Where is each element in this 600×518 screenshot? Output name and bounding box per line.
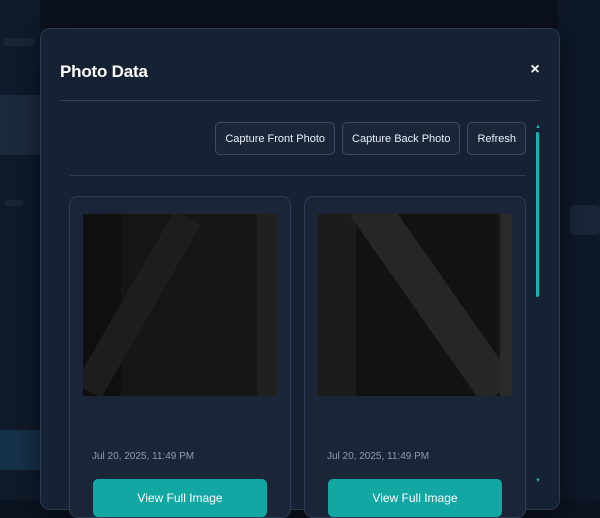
- scroll-up-arrow-icon[interactable]: ▲: [535, 124, 541, 130]
- background-sidebar-block: [0, 430, 40, 470]
- background-sidebar: [0, 0, 40, 500]
- toolbar-divider: [70, 175, 526, 176]
- scrollbar-thumb[interactable]: [536, 132, 539, 297]
- photo-timestamp: Jul 20, 2025, 11:49 PM: [327, 451, 430, 462]
- background-sidebar-line: [4, 38, 34, 46]
- photo-thumbnail[interactable]: [318, 214, 512, 396]
- background-sidebar-line: [4, 200, 24, 206]
- photo-edge: [257, 214, 277, 396]
- background-topbar: [0, 0, 600, 28]
- view-full-image-button[interactable]: View Full Image: [93, 479, 267, 517]
- photo-card: Jul 20, 2025, 11:49 PM View Full Image: [304, 196, 526, 518]
- header-divider: [60, 100, 540, 101]
- close-icon: ×: [530, 61, 540, 78]
- photo-data-modal: Photo Data × Capture Front Photo Capture…: [40, 28, 560, 518]
- background-right-panel: [558, 0, 600, 500]
- view-full-image-button[interactable]: View Full Image: [328, 479, 502, 517]
- capture-front-photo-button[interactable]: Capture Front Photo: [215, 122, 336, 155]
- photo-thumbnail[interactable]: [83, 214, 277, 396]
- close-button[interactable]: ×: [526, 61, 544, 79]
- photo-edge: [500, 214, 512, 396]
- modal-title: Photo Data: [60, 62, 148, 81]
- refresh-button[interactable]: Refresh: [467, 122, 526, 155]
- photo-shadow: [318, 214, 356, 396]
- photo-toolbar: Capture Front Photo Capture Back Photo R…: [215, 122, 526, 155]
- photo-card: Jul 20, 2025, 11:49 PM View Full Image: [69, 196, 291, 518]
- scroll-down-arrow-icon[interactable]: ▼: [535, 478, 541, 484]
- capture-back-photo-button[interactable]: Capture Back Photo: [342, 122, 461, 155]
- background-right-block: [570, 205, 600, 235]
- background-sidebar-block: [0, 95, 40, 155]
- photo-timestamp: Jul 20, 2025, 11:49 PM: [92, 451, 195, 462]
